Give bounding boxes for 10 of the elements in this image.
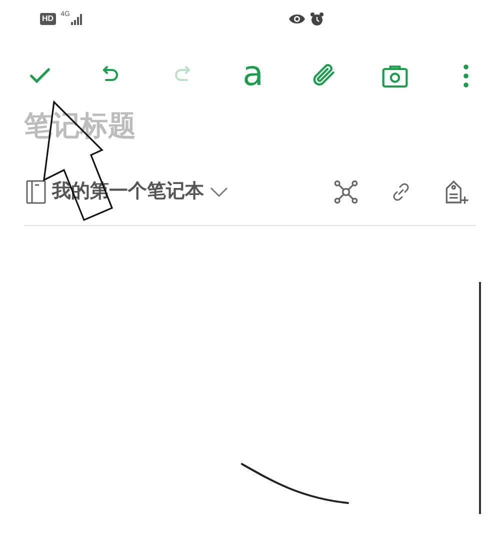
chevron-down-icon	[210, 186, 228, 198]
notebook-icon	[26, 180, 46, 204]
eye-icon	[288, 13, 306, 25]
more-icon	[463, 64, 469, 88]
hd-badge: HD	[40, 13, 56, 25]
mind-map-button[interactable]	[332, 178, 360, 206]
alarm-icon	[310, 12, 324, 26]
signal-icon	[70, 13, 83, 25]
camera-icon	[381, 63, 409, 89]
nodes-icon	[333, 179, 359, 206]
